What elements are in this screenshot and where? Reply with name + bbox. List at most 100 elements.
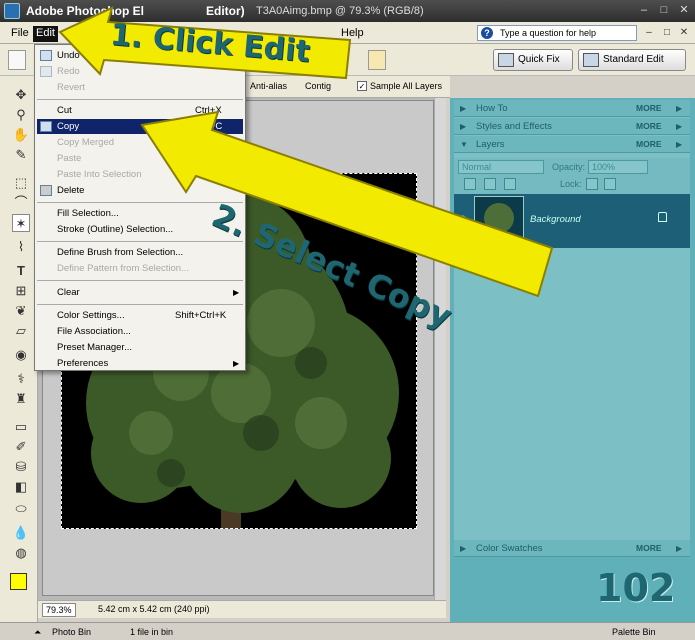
- palette-bin-label[interactable]: Palette Bin: [612, 627, 656, 637]
- zoom-field[interactable]: 79.3%: [42, 603, 76, 617]
- more-button[interactable]: MORE: [636, 118, 662, 135]
- paint-bucket-tool-icon[interactable]: ⛁: [12, 458, 30, 476]
- page-number-badge: 102: [596, 566, 676, 610]
- calendar-icon[interactable]: [368, 50, 386, 70]
- new-document-icon[interactable]: [8, 50, 26, 70]
- gradient-tool-icon[interactable]: ◧: [12, 478, 30, 496]
- sponge-tool-icon[interactable]: ◍: [12, 544, 30, 562]
- opacity-field[interactable]: 100%: [588, 160, 648, 174]
- more-button[interactable]: MORE: [636, 100, 662, 117]
- menu-restore-button[interactable]: □: [660, 26, 674, 40]
- menu-separator: [37, 280, 243, 281]
- type-tool-icon[interactable]: T: [12, 262, 30, 280]
- edit-menu: Undo Magic Redo Revert Cut Ctrl+X Copy Ctr…: [34, 44, 246, 371]
- help-search-placeholder: Type a question for help: [500, 28, 597, 38]
- menu-file-association[interactable]: File Association...: [37, 324, 243, 339]
- menu-delete[interactable]: Delete: [37, 183, 243, 198]
- more-arrow-icon: ▶: [676, 104, 683, 113]
- minimize-button[interactable]: –: [636, 3, 652, 18]
- document-size-text: 5.42 cm x 5.42 cm (240 ppi): [98, 604, 210, 614]
- panel-name: How To: [476, 103, 508, 114]
- help-search-input[interactable]: ? Type a question for help: [477, 25, 637, 41]
- selection-brush-tool-icon[interactable]: ⌇: [12, 238, 30, 256]
- copy-icon: [40, 121, 52, 132]
- more-button[interactable]: MORE: [636, 136, 662, 153]
- menu-color-settings[interactable]: Color Settings... Shift+Ctrl+K: [37, 308, 243, 323]
- lock-transparency-checkbox[interactable]: [586, 178, 598, 190]
- eyedropper-tool-icon[interactable]: ✎: [12, 146, 30, 164]
- expand-icon: ▶: [460, 544, 467, 553]
- delete-layer-icon[interactable]: [504, 178, 516, 190]
- menu-copy-merged[interactable]: Copy Merged: [37, 135, 243, 150]
- vertical-scrollbar[interactable]: [434, 98, 446, 600]
- more-arrow-icon: ▶: [676, 122, 683, 131]
- hand-tool-icon[interactable]: ✋: [12, 126, 30, 144]
- layer-background-row[interactable]: ◉ Background: [454, 194, 690, 248]
- menu-separator: [37, 241, 243, 242]
- crop-tool-icon[interactable]: ⊞: [12, 282, 30, 300]
- magic-wand-tool-icon[interactable]: ✶: [12, 214, 30, 232]
- menu-close-button[interactable]: ✕: [677, 26, 691, 40]
- menu-define-brush[interactable]: Define Brush from Selection...: [37, 245, 243, 260]
- menu-separator: [37, 99, 243, 100]
- panel-name: Layers: [476, 139, 505, 150]
- adjustment-layer-icon[interactable]: [484, 178, 496, 190]
- quick-fix-label: Quick Fix: [518, 54, 560, 65]
- color-swatches-panel-header[interactable]: ▶ Color Swatches MORE ▶: [454, 540, 690, 557]
- move-tool-icon[interactable]: ✥: [12, 86, 30, 104]
- menu-preferences[interactable]: Preferences ▶: [37, 356, 243, 371]
- menu-clear[interactable]: Clear ▶: [37, 285, 243, 300]
- bin-file-count: 1 file in bin: [130, 627, 174, 637]
- straighten-tool-icon[interactable]: ▱: [12, 322, 30, 340]
- lasso-tool-icon[interactable]: ⌒: [12, 194, 30, 212]
- collapse-icon: ▼: [460, 140, 468, 149]
- red-eye-tool-icon[interactable]: ◉: [12, 346, 30, 364]
- sample-all-layers-checkbox[interactable]: ✓: [357, 81, 367, 91]
- palette-bin: ▶ How To MORE ▶ ▶ Styles and Effects MOR…: [450, 98, 695, 622]
- lock-label: Lock:: [560, 179, 582, 189]
- lock-icon: [658, 212, 667, 222]
- bin-toggle-icon[interactable]: ⏶: [34, 627, 41, 638]
- new-layer-icon[interactable]: [464, 178, 476, 190]
- lock-all-checkbox[interactable]: [604, 178, 616, 190]
- cookie-cutter-tool-icon[interactable]: ❦: [12, 302, 30, 320]
- menu-copy[interactable]: Copy Ctrl+C: [37, 119, 243, 134]
- menu-separator: [37, 202, 243, 203]
- menu-revert[interactable]: Revert: [37, 80, 243, 95]
- marquee-tool-icon[interactable]: ⬚: [12, 174, 30, 192]
- menu-minimize-button[interactable]: –: [642, 26, 656, 40]
- brush-tool-icon[interactable]: ✐: [12, 438, 30, 456]
- menu-paste-into-selection[interactable]: Paste Into Selection Shif: [37, 167, 243, 182]
- menu-preset-manager[interactable]: Preset Manager...: [37, 340, 243, 355]
- menu-paste[interactable]: Paste: [37, 151, 243, 166]
- quick-fix-button[interactable]: Quick Fix: [493, 49, 573, 71]
- menu-separator: [37, 304, 243, 305]
- maximize-button[interactable]: □: [656, 3, 672, 18]
- styles-effects-panel-header[interactable]: ▶ Styles and Effects MORE ▶: [454, 118, 690, 135]
- menu-file[interactable]: File: [8, 26, 32, 42]
- more-button[interactable]: MORE: [636, 540, 662, 557]
- clone-stamp-tool-icon[interactable]: ♜: [12, 390, 30, 408]
- eraser-tool-icon[interactable]: ▭: [12, 418, 30, 436]
- trash-icon: [40, 185, 52, 196]
- opacity-label: Opacity:: [552, 162, 586, 172]
- zoom-tool-icon[interactable]: ⚲: [12, 106, 30, 124]
- menu-help[interactable]: Help: [338, 26, 367, 42]
- standard-edit-button[interactable]: Standard Edit: [578, 49, 686, 71]
- menu-edit[interactable]: Edit: [33, 26, 58, 42]
- layers-panel-header[interactable]: ▼ Layers MORE ▶: [454, 136, 690, 153]
- photo-bin-label[interactable]: Photo Bin: [52, 627, 91, 637]
- eye-icon[interactable]: ◉: [458, 214, 467, 225]
- close-button[interactable]: ✕: [676, 3, 692, 18]
- standard-edit-label: Standard Edit: [603, 54, 664, 65]
- blur-tool-icon[interactable]: 💧: [12, 524, 30, 542]
- how-to-panel-header[interactable]: ▶ How To MORE ▶: [454, 100, 690, 117]
- panel-name: Styles and Effects: [476, 121, 552, 132]
- healing-brush-tool-icon[interactable]: ⚕: [12, 370, 30, 388]
- menu-define-pattern[interactable]: Define Pattern from Selection...: [37, 261, 243, 276]
- menu-cut[interactable]: Cut Ctrl+X: [37, 103, 243, 118]
- shape-tool-icon[interactable]: ⬭: [12, 500, 30, 518]
- foreground-color-swatch[interactable]: [10, 573, 27, 590]
- blend-mode-select[interactable]: Normal: [458, 160, 544, 174]
- menu-redo[interactable]: Redo: [37, 64, 243, 79]
